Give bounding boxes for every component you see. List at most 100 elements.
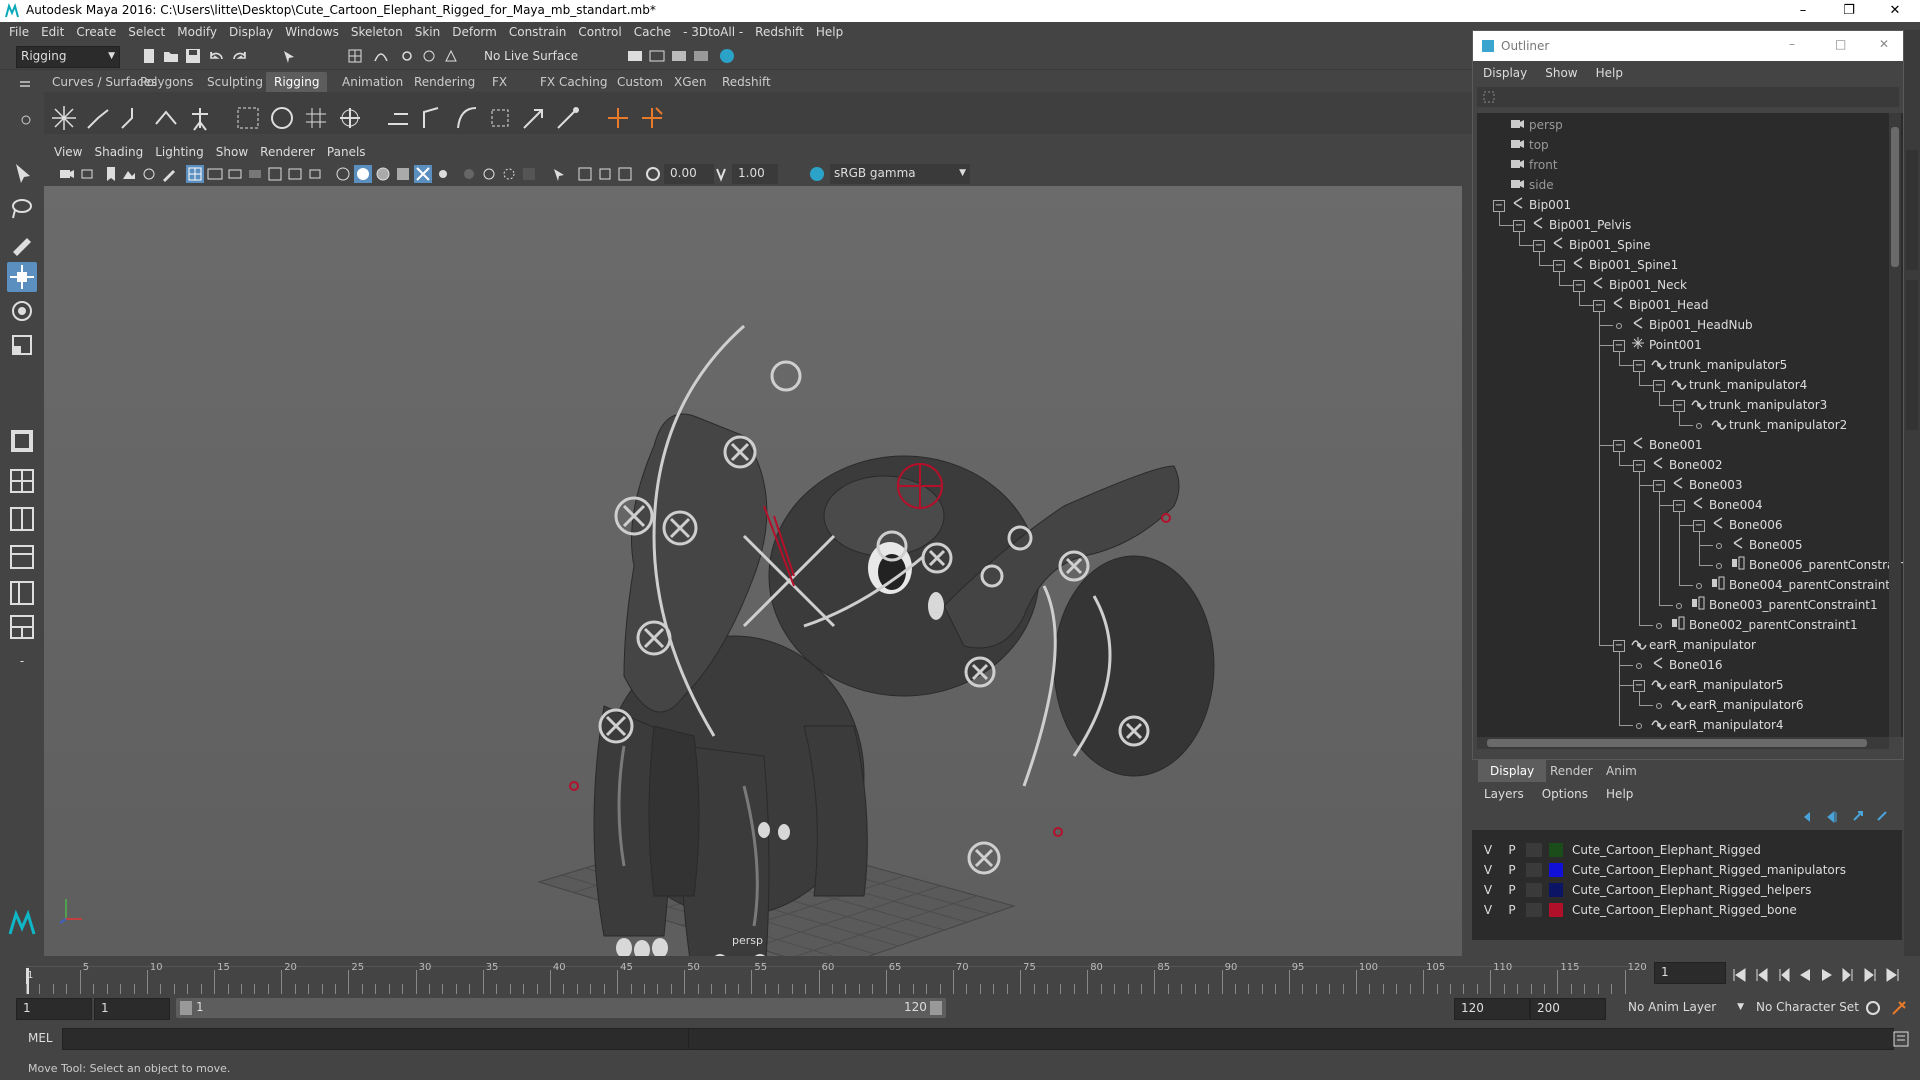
outliner-hscroll-thumb[interactable] — [1487, 739, 1867, 747]
outliner-item-joint[interactable]: Bone006 — [1711, 515, 1782, 535]
shelf-settings-icon[interactable] — [20, 114, 32, 126]
step-forward-frame-icon[interactable] — [1840, 966, 1858, 984]
shelf-tab[interactable]: FX Caching — [532, 72, 615, 92]
bookmarks-icon[interactable] — [102, 165, 120, 183]
character-set-dropdown[interactable]: No Character Set — [1752, 998, 1876, 1018]
layer-row[interactable]: V P Cute_Cartoon_Elephant_Rigged_manipulat… — [1478, 860, 1898, 880]
cluster-icon[interactable] — [336, 104, 364, 132]
backface-culling-icon[interactable] — [616, 165, 634, 183]
exposure-field[interactable]: 0.00 — [664, 164, 714, 184]
shelf-tab[interactable]: FX — [484, 72, 515, 92]
wireframe-on-shaded-icon[interactable] — [374, 165, 392, 183]
motion-blur-icon[interactable] — [500, 165, 518, 183]
render-view-icon[interactable] — [626, 47, 644, 65]
layer-name[interactable]: Cute_Cartoon_Elephant_Rigged_manipulator… — [1572, 860, 1846, 880]
insert-joint-icon[interactable] — [152, 104, 180, 132]
outliner-item-curve[interactable]: trunk_manipulator5 — [1651, 355, 1787, 375]
save-scene-icon[interactable] — [184, 47, 202, 65]
menu-item[interactable]: Edit — [41, 25, 64, 39]
anti-aliasing-icon[interactable] — [520, 165, 538, 183]
safe-title-icon[interactable] — [306, 165, 324, 183]
isolate-select-icon[interactable] — [550, 165, 568, 183]
layer-playback-toggle[interactable]: P — [1504, 900, 1520, 920]
elephant-scene[interactable] — [44, 186, 1462, 956]
view-transform-dropdown[interactable]: sRGB gamma ▼ — [830, 164, 970, 184]
menu-item[interactable]: Control — [578, 25, 621, 39]
menu-item[interactable]: Redshift — [755, 25, 804, 39]
menu-item[interactable]: Windows — [285, 25, 339, 39]
new-scene-icon[interactable] — [140, 47, 158, 65]
attribute-editor-tab[interactable] — [1906, 150, 1918, 270]
paint-weights-icon[interactable] — [268, 104, 296, 132]
outliner-item-joint[interactable]: Bip001_Spine1 — [1571, 255, 1678, 275]
ik-handle-icon[interactable] — [84, 104, 112, 132]
menu-item[interactable]: Constrain — [509, 25, 567, 39]
layer-display-type[interactable] — [1526, 863, 1542, 877]
outliner-item-constraint[interactable]: Bone004_parentConstraint1 — [1711, 575, 1898, 595]
live-surface-label[interactable]: No Live Surface — [484, 49, 578, 63]
lattice-icon[interactable] — [302, 104, 330, 132]
layer-editor-tab[interactable]: Anim — [1594, 760, 1649, 782]
minimize-button[interactable]: – — [1780, 0, 1826, 22]
outliner-vertical-scrollbar[interactable] — [1889, 113, 1901, 737]
animation-preferences-icon[interactable] — [1890, 999, 1908, 1017]
step-forward-key-icon[interactable] — [1862, 966, 1880, 984]
outliner-item-camera[interactable]: front — [1511, 155, 1558, 175]
play-backwards-icon[interactable] — [1796, 966, 1814, 984]
layer-row[interactable]: V P Cute_Cartoon_Elephant_Rigged_bone — [1478, 900, 1898, 920]
hypershade-icon[interactable] — [718, 47, 736, 65]
aim-constraint-icon[interactable] — [520, 104, 548, 132]
outliner-item-curve[interactable]: earR_manipulator4 — [1651, 715, 1784, 735]
go-to-end-icon[interactable] — [1884, 966, 1902, 984]
single-perspective-layout-icon[interactable] — [7, 426, 37, 456]
outliner-horizontal-scrollbar[interactable] — [1477, 737, 1889, 749]
play-forwards-icon[interactable] — [1818, 966, 1836, 984]
outliner-item-curve[interactable]: trunk_manipulator2 — [1711, 415, 1847, 435]
outliner-item-locator[interactable]: Point001 — [1631, 335, 1702, 355]
outliner-item-camera[interactable]: top — [1511, 135, 1549, 155]
mode-selector[interactable]: Rigging ▼ — [16, 46, 120, 68]
viewport-menu-item[interactable]: Panels — [327, 145, 366, 159]
grease-pencil-icon[interactable] — [160, 165, 178, 183]
outliner-item-curve[interactable]: earR_manipulator5 — [1651, 675, 1784, 695]
rotate-tool-icon[interactable] — [7, 296, 37, 326]
move-layer-down-icon[interactable] — [1824, 808, 1842, 826]
snap-grid-icon[interactable] — [346, 47, 364, 65]
gamma-field[interactable]: 1.00 — [732, 164, 778, 184]
layout-options-button[interactable]: - — [7, 646, 37, 676]
shelf-tab[interactable]: XGen — [666, 72, 715, 92]
script-editor-icon[interactable] — [1892, 1030, 1910, 1048]
field-chart-icon[interactable] — [266, 165, 284, 183]
shelf-tab[interactable]: Animation — [334, 72, 411, 92]
film-gate-icon[interactable] — [206, 165, 224, 183]
viewport-menu-item[interactable]: Renderer — [260, 145, 315, 159]
xray-active-icon[interactable] — [596, 165, 614, 183]
shelf-tab[interactable]: Redshift — [714, 72, 779, 92]
ik-spline-icon[interactable] — [118, 104, 146, 132]
gate-mask-icon[interactable] — [246, 165, 264, 183]
outliner-item-curve[interactable]: trunk_manipulator4 — [1671, 375, 1807, 395]
command-input[interactable] — [62, 1028, 690, 1050]
viewport-menu-item[interactable]: Lighting — [155, 145, 204, 159]
textured-icon[interactable] — [394, 165, 412, 183]
outliner-maximize-button[interactable]: □ — [1835, 37, 1846, 51]
undo-icon[interactable] — [208, 47, 226, 65]
outliner-item-joint[interactable]: Bone002 — [1651, 455, 1722, 475]
range-slider[interactable]: 1 120 — [176, 998, 946, 1018]
layer-playback-toggle[interactable]: P — [1504, 840, 1520, 860]
wireframe-icon[interactable] — [334, 165, 352, 183]
menu-item[interactable]: Display — [229, 25, 273, 39]
playback-end-field[interactable]: 120 — [1454, 998, 1530, 1020]
custom-locator-icon[interactable] — [638, 104, 666, 132]
ipr-render-icon[interactable] — [670, 47, 688, 65]
paint-select-tool-icon[interactable] — [7, 228, 37, 258]
layer-editor-tab[interactable]: Display — [1478, 760, 1547, 782]
outliner-close-button[interactable]: ✕ — [1879, 37, 1889, 51]
animation-end-field[interactable]: 200 — [1530, 998, 1606, 1020]
layer-playback-toggle[interactable]: P — [1504, 880, 1520, 900]
layer-visibility-toggle[interactable]: V — [1480, 900, 1496, 920]
outliner-item-joint[interactable]: Bone005 — [1731, 535, 1802, 555]
select-by-hierarchy-icon[interactable] — [280, 47, 298, 65]
scale-tool-icon[interactable] — [7, 330, 37, 360]
render-settings-icon[interactable] — [692, 47, 710, 65]
